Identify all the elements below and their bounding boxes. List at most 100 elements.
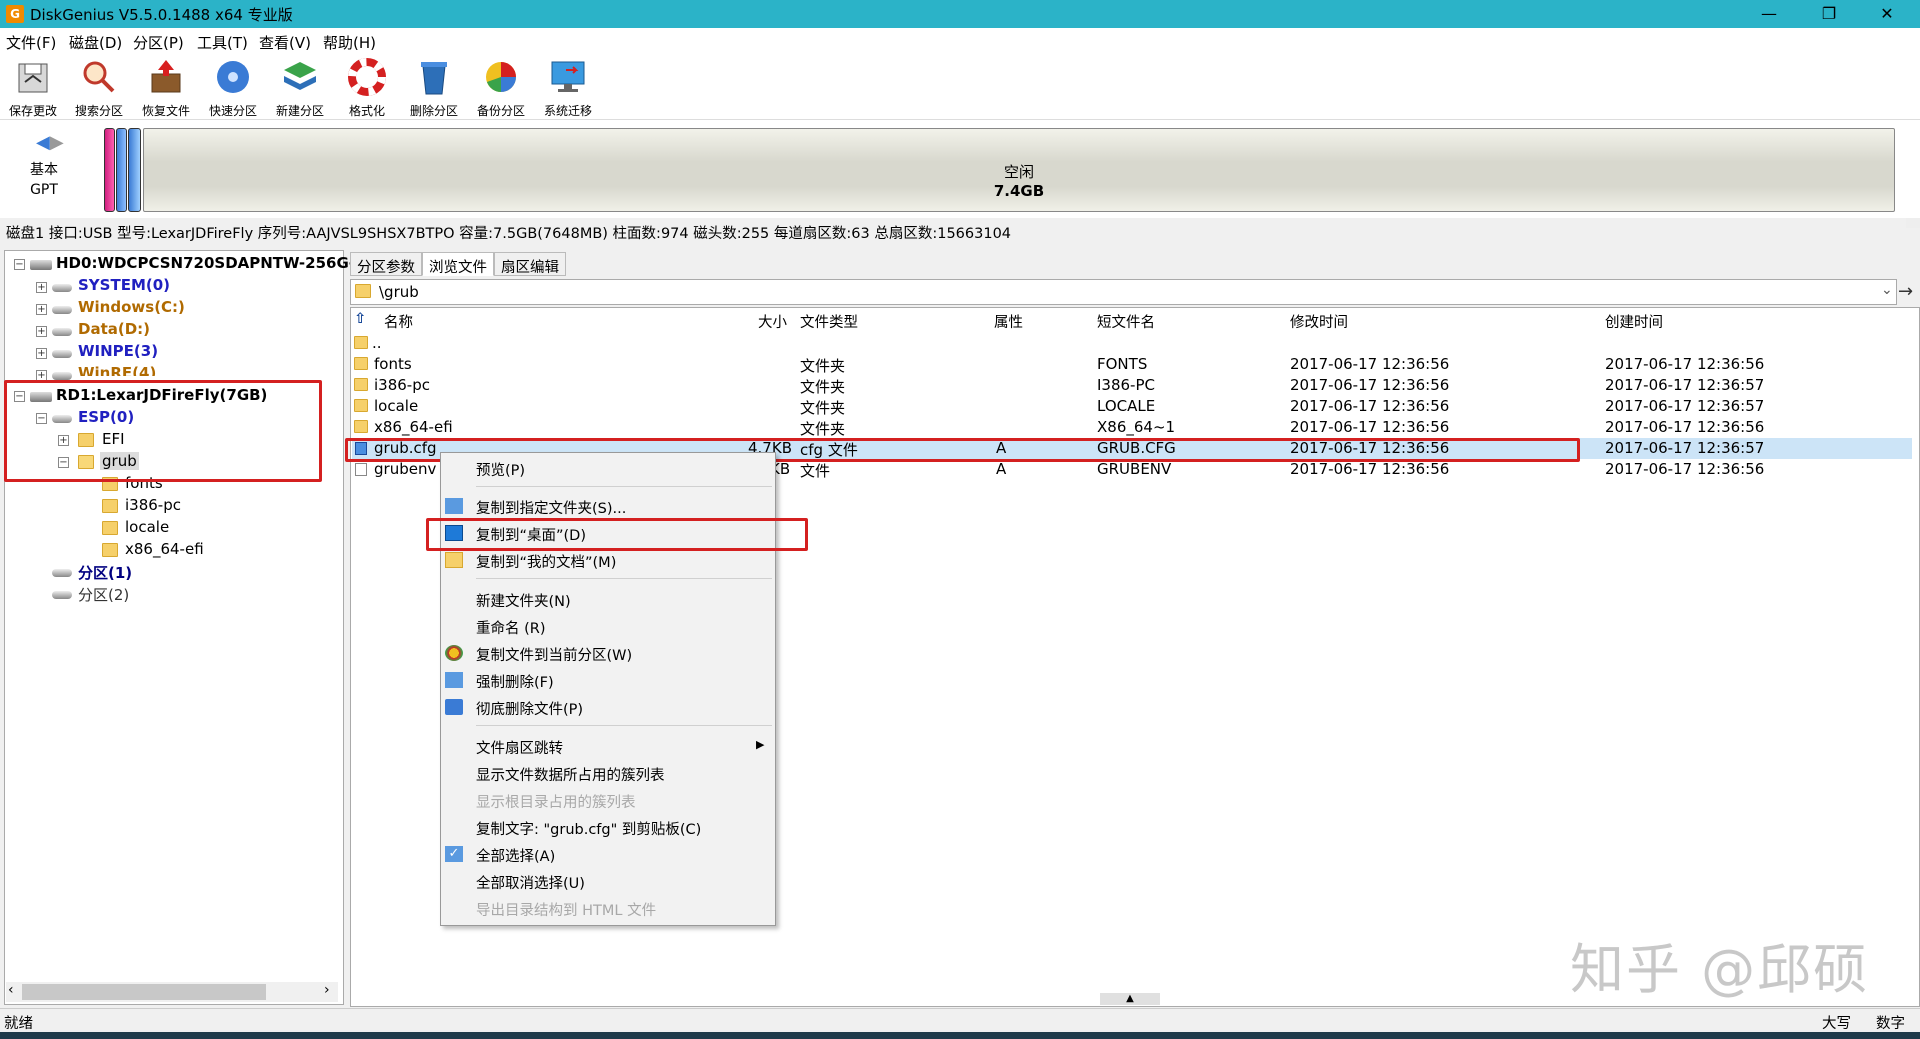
status-bar — [0, 1008, 1920, 1032]
col-modified[interactable]: 修改时间 — [1290, 311, 1348, 332]
menu-file[interactable]: 文件(F) — [6, 32, 56, 53]
delete-partition-button[interactable]: 删除分区 — [402, 58, 466, 118]
tree-part-winre[interactable]: WinRE(4) — [78, 364, 156, 376]
path-dropdown-icon[interactable]: ⌄ — [1881, 282, 1893, 298]
menu-rename[interactable]: 重命名 (R) — [476, 617, 546, 638]
restore-button[interactable]: ❐ — [1806, 2, 1852, 26]
tree-part-1[interactable]: 分区(1) — [78, 562, 132, 583]
partition-icon — [52, 350, 72, 358]
expand-system-icon[interactable]: + — [36, 282, 47, 293]
col-created[interactable]: 创建时间 — [1605, 311, 1663, 332]
layers-icon — [284, 62, 316, 90]
partition-icon — [52, 569, 72, 577]
disk-info-line: 磁盘1 接口:USB 型号:LexarJDFireFly 序列号:AAJVSL9… — [6, 226, 1012, 242]
format-button[interactable]: 格式化 — [335, 58, 399, 118]
go-up-icon[interactable]: ⇧ — [354, 311, 366, 327]
quick-disk-icon — [217, 61, 249, 93]
menu-new-folder[interactable]: 新建文件夹(N) — [476, 590, 571, 611]
table-row[interactable]: .. — [352, 333, 1912, 354]
menu-copy-to-folder[interactable]: 复制到指定文件夹(S)... — [476, 497, 626, 518]
trash-can-icon — [421, 62, 447, 95]
expand-windows-icon[interactable]: + — [36, 304, 47, 315]
menu-disk[interactable]: 磁盘(D) — [69, 32, 122, 53]
partition-icon — [52, 372, 72, 380]
expand-data-icon[interactable]: + — [36, 326, 47, 337]
table-row[interactable]: fonts 文件夹 FONTS 2017-06-17 12:36:56 2017… — [352, 354, 1912, 375]
tree-part-winpe[interactable]: WINPE(3) — [78, 342, 158, 360]
tree-part-2[interactable]: 分区(2) — [78, 584, 129, 605]
path-bar[interactable]: \grub ⌄ — [350, 279, 1897, 305]
disk-type: 基本 GPT — [30, 162, 58, 198]
caps-indicator: 大写 — [1822, 1016, 1851, 1032]
tree-folder-i386pc[interactable]: i386-pc — [125, 496, 181, 514]
window-title: DiskGenius V5.5.0.1488 x64 专业版 — [30, 6, 293, 24]
next-disk-icon[interactable]: ▶ — [50, 132, 64, 153]
tree-part-data[interactable]: Data(D:) — [78, 320, 150, 338]
format-ring-icon — [348, 58, 386, 96]
folder-icon — [354, 378, 368, 391]
search-partition-button[interactable]: 搜索分区 — [67, 58, 131, 118]
tree-part-windows[interactable]: Windows(C:) — [78, 298, 185, 316]
menu-show-cluster-list[interactable]: 显示文件数据所占用的簇列表 — [476, 764, 665, 785]
partition-icon — [52, 328, 72, 336]
collapse-hd0-icon[interactable]: − — [14, 259, 25, 270]
menu-copy-to-current-partition[interactable]: 复制文件到当前分区(W) — [476, 644, 632, 665]
partition-stripe-1[interactable] — [116, 128, 127, 212]
tree-hd0[interactable]: HD0:WDCPCSN720SDAPNTW-256G-1 — [56, 254, 365, 272]
scroll-left-icon[interactable]: ‹ — [8, 982, 14, 998]
documents-folder-icon — [445, 552, 463, 568]
col-short-name[interactable]: 短文件名 — [1097, 311, 1155, 332]
menu-copy-to-documents[interactable]: 复制到“我的文档”(M) — [476, 551, 616, 572]
copy-to-folder-icon — [445, 498, 463, 514]
menu-sector-jump[interactable]: 文件扇区跳转 — [476, 737, 563, 758]
tab-sector-edit[interactable]: 扇区编辑 — [494, 252, 566, 276]
col-name[interactable]: 名称 — [384, 311, 413, 332]
splitter-up-icon[interactable]: ▲ — [1100, 993, 1160, 1005]
tab-partition-params[interactable]: 分区参数 — [350, 252, 422, 276]
col-attr[interactable]: 属性 — [994, 311, 1023, 332]
disk-nav-arrows[interactable]: ◀▶ — [36, 132, 64, 153]
menu-help[interactable]: 帮助(H) — [323, 32, 376, 53]
free-space-block[interactable]: 空闲 7.4GB — [143, 128, 1895, 212]
previous-disk-icon[interactable]: ◀ — [36, 132, 50, 153]
menu-partition[interactable]: 分区(P) — [133, 32, 184, 53]
expand-winpe-icon[interactable]: + — [36, 348, 47, 359]
pie-backup-icon — [486, 62, 516, 92]
menu-tools[interactable]: 工具(T) — [197, 32, 248, 53]
recover-files-button[interactable]: 恢复文件 — [134, 58, 198, 118]
table-row[interactable]: locale 文件夹 LOCALE 2017-06-17 12:36:56 20… — [352, 396, 1912, 417]
folder-icon — [354, 336, 368, 349]
menu-deselect-all[interactable]: 全部取消选择(U) — [476, 872, 585, 893]
folder-icon — [354, 420, 368, 433]
table-row[interactable]: i386-pc 文件夹 I386-PC 2017-06-17 12:36:56 … — [352, 375, 1912, 396]
partition-stripe-esp[interactable] — [104, 128, 115, 212]
save-changes-button[interactable]: 保存更改 — [1, 58, 65, 118]
tree-part-system[interactable]: SYSTEM(0) — [78, 276, 170, 294]
col-size[interactable]: 大小 — [758, 311, 787, 332]
folder-icon — [354, 357, 368, 370]
menu-preview[interactable]: 预览(P) — [476, 459, 525, 480]
new-partition-button[interactable]: 新建分区 — [268, 58, 332, 118]
menu-force-delete[interactable]: 强制删除(F) — [476, 671, 554, 692]
scroll-right-icon[interactable]: › — [324, 982, 330, 998]
system-migration-button[interactable]: 系统迁移 — [536, 58, 600, 118]
backup-partition-button[interactable]: 备份分区 — [469, 58, 533, 118]
partition-stripe-2[interactable] — [128, 128, 141, 212]
tree-folder-x8664efi[interactable]: x86_64-efi — [125, 540, 204, 558]
menu-view[interactable]: 查看(V) — [259, 32, 311, 53]
menu-separator — [476, 486, 772, 487]
menu-shred-files[interactable]: 彻底删除文件(P) — [476, 698, 583, 719]
close-button[interactable]: ✕ — [1864, 2, 1910, 26]
menu-select-all[interactable]: 全部选择(A) — [476, 845, 555, 866]
go-arrow-icon[interactable]: → — [1898, 281, 1913, 302]
tab-browse-files[interactable]: 浏览文件 — [422, 252, 494, 276]
table-row[interactable]: x86_64-efi 文件夹 X86_64~1 2017-06-17 12:36… — [352, 417, 1912, 438]
minimize-button[interactable]: — — [1746, 2, 1792, 26]
partition-icon — [52, 284, 72, 292]
tree-scroll-thumb[interactable] — [22, 984, 266, 1000]
menu-copy-text[interactable]: 复制文字: "grub.cfg" 到剪贴板(C) — [476, 818, 701, 839]
col-type[interactable]: 文件类型 — [800, 311, 858, 332]
path-text[interactable]: \grub — [379, 283, 419, 301]
tree-folder-locale[interactable]: locale — [125, 518, 169, 536]
quick-partition-button[interactable]: 快速分区 — [201, 58, 265, 118]
